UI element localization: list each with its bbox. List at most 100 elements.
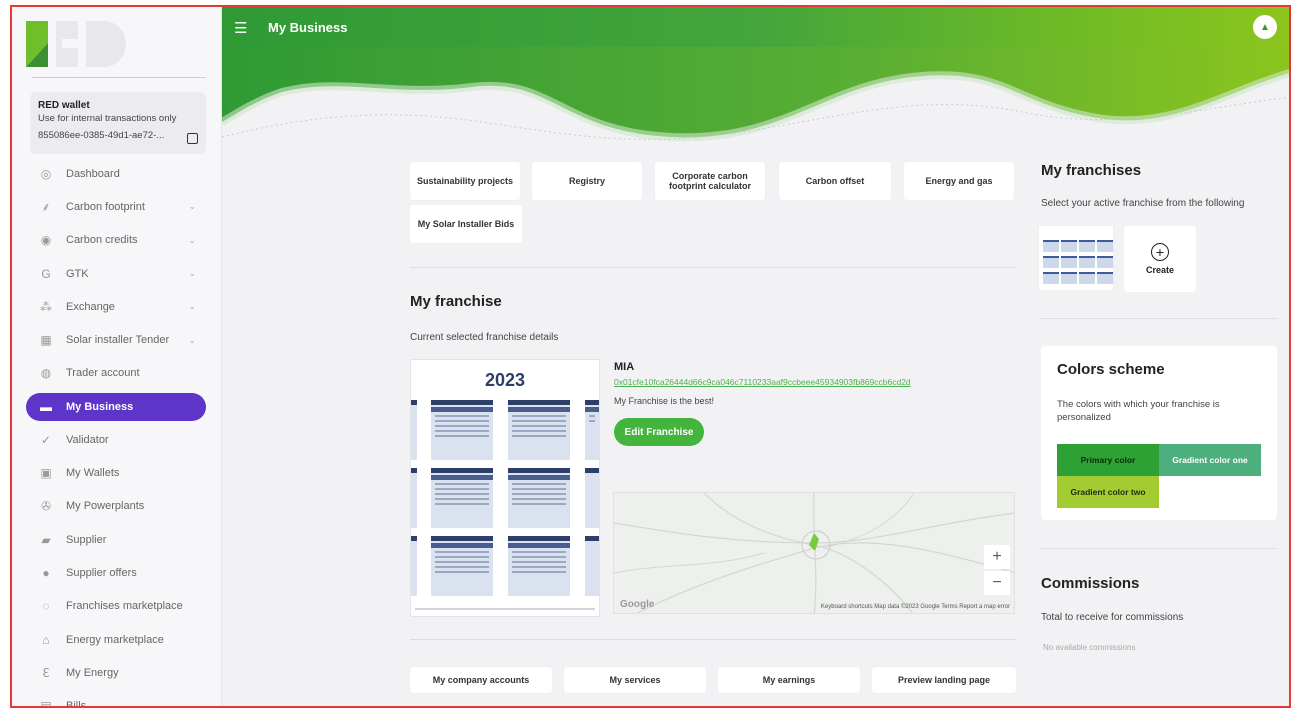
calendar-month (508, 536, 570, 596)
sidebar-item-franchises-marketplace[interactable]: ◌ Franchises marketplace (30, 590, 206, 623)
sidebar-item-label: Energy marketplace (66, 633, 164, 646)
franchise-calendar-image: 2023 (410, 359, 600, 617)
logo-divider (32, 77, 206, 78)
edit-franchise-button[interactable]: Edit Franchise (614, 418, 704, 446)
calendar-month (411, 400, 417, 460)
wallet-icon: ▣ (40, 466, 52, 481)
sidebar-item-bills[interactable]: ▤ Bills (30, 689, 206, 708)
sidebar-item-label: Solar installer Tender (66, 334, 170, 347)
sidebar-item-label: My Energy (66, 666, 119, 679)
offers-icon: ● (42, 565, 50, 580)
divider (410, 639, 1016, 640)
calendar-month (585, 468, 599, 528)
red-logo[interactable] (26, 21, 136, 67)
sidebar: RED wallet Use for internal transactions… (12, 7, 222, 706)
trader-icon: ◍ (40, 366, 52, 381)
page-title: My Business (268, 20, 348, 35)
calendar-month (411, 536, 417, 596)
sustainability-projects-button[interactable]: Sustainability projects (410, 162, 520, 200)
app-frame: RED wallet Use for internal transactions… (10, 5, 1291, 708)
zoom-out-button[interactable]: − (984, 571, 1010, 595)
map-roads (614, 493, 1014, 613)
franchise-thumbnail[interactable] (1038, 225, 1114, 291)
commissions-heading: Commissions (1041, 575, 1140, 592)
company-accounts-button[interactable]: My company accounts (410, 667, 552, 693)
energy-market-icon: ⌂ (42, 632, 50, 647)
my-franchises-subheading: Select your active franchise from the fo… (1041, 198, 1245, 209)
calendar-month (411, 468, 417, 528)
sidebar-item-exchange[interactable]: ⁂ Exchange ⌄ (30, 290, 206, 323)
colors-scheme-card: Colors scheme The colors with which your… (1041, 346, 1277, 520)
sidebar-item-trader-account[interactable]: ◍ Trader account (30, 357, 206, 390)
gtk-icon: G (41, 266, 51, 281)
sidebar-item-carbon-credits[interactable]: ◉ Carbon credits ⌄ (30, 224, 206, 257)
colors-scheme-subheading: The colors with which your franchise is … (1057, 399, 1220, 424)
calendar-month (431, 468, 493, 528)
sidebar-item-my-business[interactable]: ▬ My Business (26, 393, 206, 422)
sidebar-item-label: My Powerplants (66, 500, 145, 513)
sidebar-item-carbon-footprint[interactable]: ⸙ Carbon footprint ⌄ (30, 190, 206, 223)
chevron-down-icon[interactable]: ⌄ (188, 268, 196, 279)
sidebar-item-label: Bills (66, 700, 87, 708)
sidebar-item-label: Exchange (66, 300, 115, 313)
sidebar-item-my-energy[interactable]: ℇ My Energy (30, 656, 206, 689)
wallet-id: 855086ee-0385-49d1-ae72-... (38, 130, 165, 141)
sidebar-item-my-powerplants[interactable]: ✇ My Powerplants (30, 490, 206, 523)
energy-and-gas-button[interactable]: Energy and gas (904, 162, 1014, 200)
my-earnings-button[interactable]: My earnings (718, 667, 860, 693)
sidebar-item-dashboard[interactable]: ◎ Dashboard (30, 157, 206, 190)
calendar-month (585, 400, 599, 460)
calendar-month (508, 468, 570, 528)
sidebar-item-label: Carbon credits (66, 234, 138, 247)
sidebar-item-label: My Wallets (66, 467, 120, 480)
my-services-button[interactable]: My services (564, 667, 706, 693)
energy-icon: ℇ (42, 665, 50, 680)
chevron-down-icon[interactable]: ⌄ (188, 201, 196, 212)
registry-button[interactable]: Registry (532, 162, 642, 200)
add-circle-icon: + (1151, 243, 1169, 261)
calendar-month (585, 536, 599, 596)
sidebar-item-label: GTK (66, 267, 89, 280)
carbon-offset-button[interactable]: Carbon offset (779, 162, 891, 200)
sidebar-item-label: Dashboard (66, 167, 120, 180)
my-franchise-heading: My franchise (410, 293, 502, 310)
carbon-credits-icon: ◉ (40, 233, 52, 248)
map-attribution[interactable]: Keyboard shortcuts Map data ©2023 Google… (821, 604, 1010, 610)
gradient-color-one-swatch[interactable]: Gradient color one (1159, 444, 1261, 476)
preview-landing-page-button[interactable]: Preview landing page (872, 667, 1016, 693)
sidebar-item-label: Carbon footprint (66, 200, 145, 213)
divider (1041, 318, 1277, 319)
gradient-color-two-swatch[interactable]: Gradient color two (1057, 476, 1159, 508)
chevron-down-icon[interactable]: ⌄ (188, 301, 196, 312)
business-icon: ▬ (40, 400, 52, 415)
calendar-footer (415, 608, 595, 610)
primary-color-swatch[interactable]: Primary color (1057, 444, 1159, 476)
no-commissions-text: No available commissions (1043, 643, 1136, 652)
franchise-address-link[interactable]: 0x01cfe10fca26444d66c9ca046c7110233aaf9c… (614, 377, 911, 387)
sidebar-item-label: Trader account (66, 367, 140, 380)
chevron-down-icon[interactable]: ⌄ (188, 235, 196, 246)
sidebar-item-energy-marketplace[interactable]: ⌂ Energy marketplace (30, 623, 206, 656)
sidebar-item-solar-installer-tender[interactable]: ▦ Solar installer Tender ⌄ (30, 323, 206, 356)
franchise-map[interactable]: + − Google Keyboard shortcuts Map data ©… (613, 492, 1015, 614)
map-marker-icon[interactable] (809, 533, 819, 551)
create-franchise-button[interactable]: + Create (1124, 226, 1196, 292)
corporate-carbon-calculator-button[interactable]: Corporate carbon footprint calculator (655, 162, 765, 200)
copy-icon[interactable] (187, 133, 198, 144)
sidebar-item-my-wallets[interactable]: ▣ My Wallets (30, 456, 206, 489)
sidebar-item-gtk[interactable]: G GTK ⌄ (30, 257, 206, 290)
my-franchises-heading: My franchises (1041, 162, 1142, 179)
sidebar-item-supplier-offers[interactable]: ● Supplier offers (30, 556, 206, 589)
marketplace-icon: ◌ (42, 599, 50, 614)
solar-installer-bids-button[interactable]: My Solar Installer Bids (410, 205, 522, 243)
map-provider-logo: Google (620, 599, 655, 610)
red-wallet-card: RED wallet Use for internal transactions… (30, 92, 206, 154)
truck-icon: ▰ (41, 532, 51, 547)
notification-bell-icon[interactable]: ▲ (1253, 15, 1277, 39)
sidebar-item-supplier[interactable]: ▰ Supplier (30, 523, 206, 556)
sidebar-item-validator[interactable]: ✓ Validator (30, 423, 206, 456)
zoom-in-button[interactable]: + (984, 545, 1010, 569)
chevron-down-icon[interactable]: ⌄ (188, 335, 196, 346)
franchise-description: My Franchise is the best! (614, 396, 715, 406)
hamburger-menu-icon[interactable]: ☰ (234, 19, 247, 37)
